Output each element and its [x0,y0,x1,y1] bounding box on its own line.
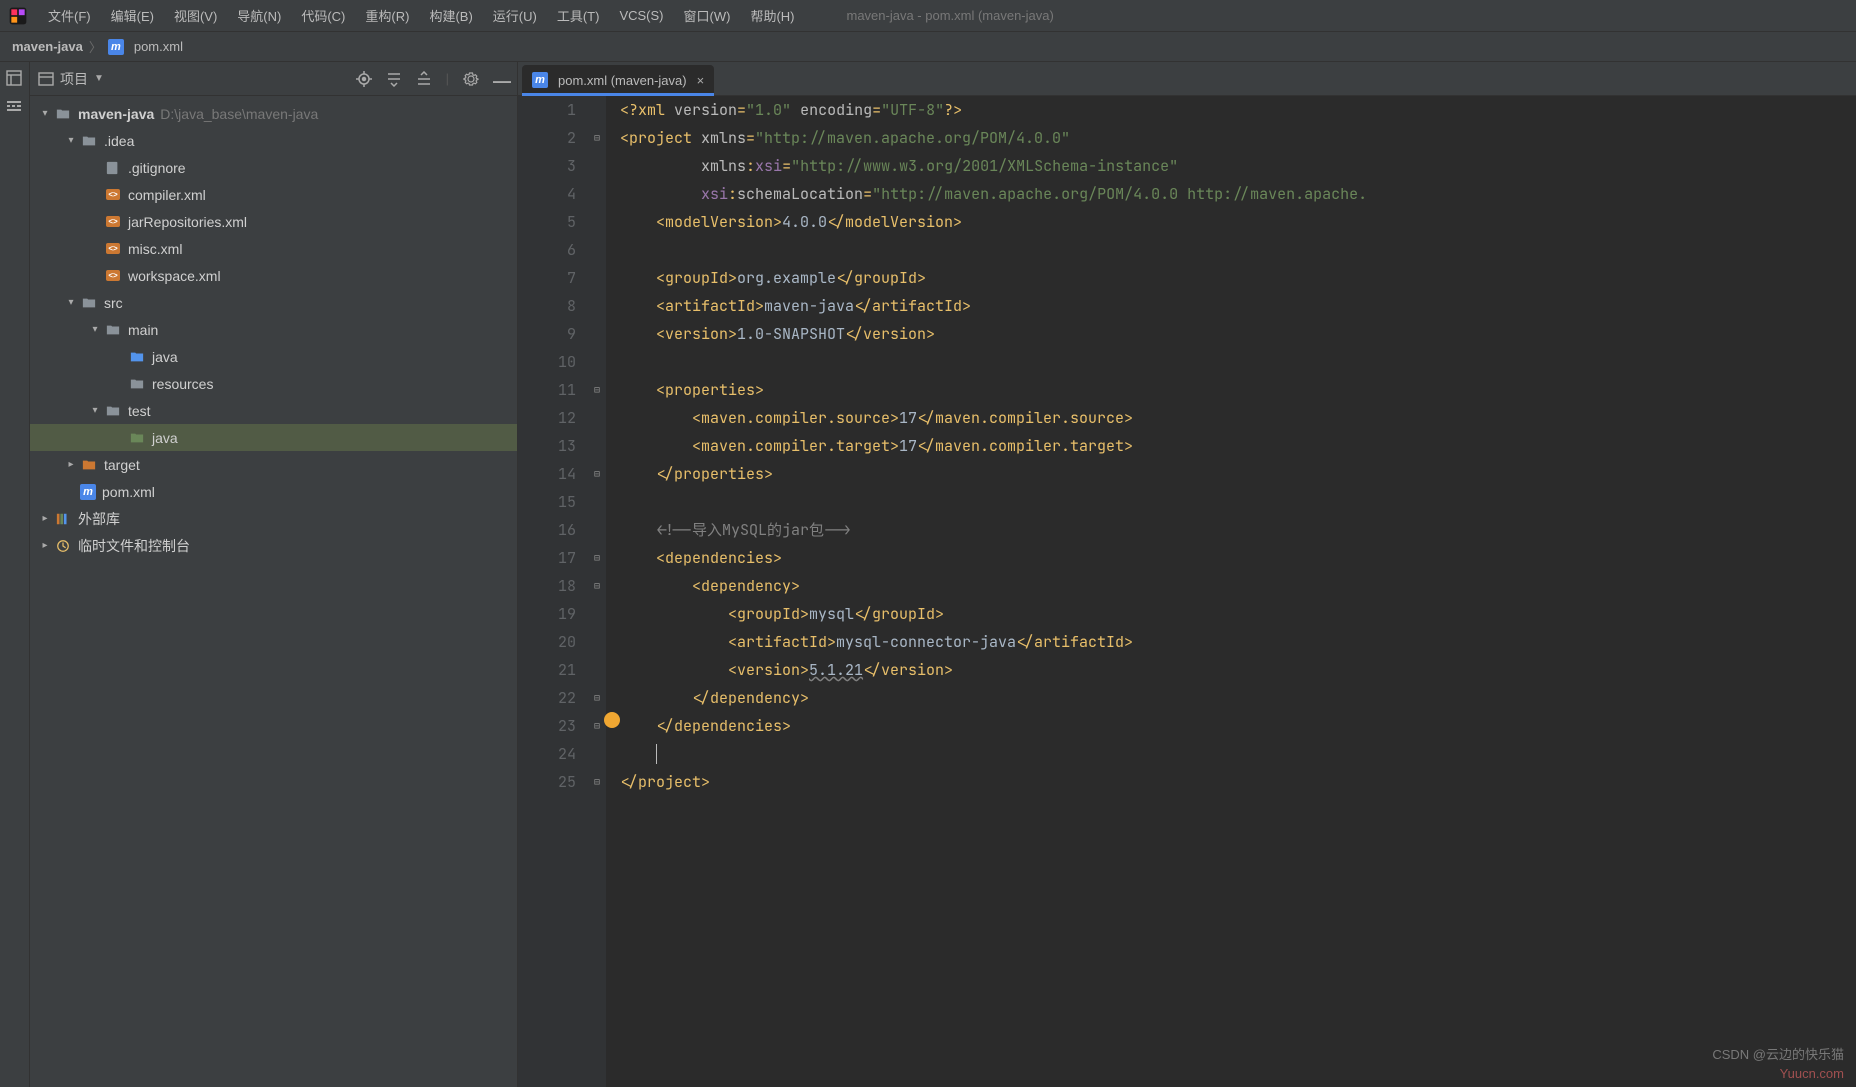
window-title: maven-java - pom.xml (maven-java) [846,8,1053,23]
tree-compiler-xml[interactable]: <> compiler.xml [30,181,517,208]
xml-file-icon: <> [104,187,122,203]
folder-icon [80,133,98,149]
folder-icon [104,403,122,419]
code-editor[interactable]: 1234567891011121314151617181920212223242… [518,96,1856,1087]
breadcrumb-project[interactable]: maven-java [12,39,83,54]
tool-window-stripe [0,62,30,1087]
collapse-all-icon[interactable] [416,71,432,87]
menu-code[interactable]: 代码(C) [293,2,353,29]
menubar: 文件(F) 编辑(E) 视图(V) 导航(N) 代码(C) 重构(R) 构建(B… [0,0,1856,32]
scratch-icon [54,538,72,554]
menu-view[interactable]: 视图(V) [166,2,225,29]
code-content[interactable]: <?xml version="1.0" encoding="UTF-8"?><p… [606,96,1856,1087]
menu-tools[interactable]: 工具(T) [549,2,608,29]
tree-test-java[interactable]: java [30,424,517,451]
library-icon [54,511,72,527]
maven-file-icon: m [532,72,548,88]
xml-file-icon: <> [104,241,122,257]
maven-file-icon: m [108,39,124,55]
project-sidebar: 项目 ▼ | — ▾ maven-java D:\java_base\maven… [30,62,518,1087]
menu-run[interactable]: 运行(U) [485,2,545,29]
menu-edit[interactable]: 编辑(E) [103,2,162,29]
sidebar-header: 项目 ▼ | — [30,62,517,96]
menu-refactor[interactable]: 重构(R) [357,2,417,29]
main-content: 项目 ▼ | — ▾ maven-java D:\java_base\maven… [0,62,1856,1087]
tree-workspace-xml[interactable]: <> workspace.xml [30,262,517,289]
sidebar-title[interactable]: 项目 [60,69,88,89]
menu-help[interactable]: 帮助(H) [742,2,802,29]
maven-file-icon: m [80,484,96,500]
resource-folder-icon [128,376,146,392]
test-folder-icon [128,430,146,446]
breadcrumb-file[interactable]: pom.xml [134,39,183,54]
csdn-watermark: CSDN @云边的快乐猫 [1712,1044,1844,1063]
tree-pom[interactable]: m pom.xml [30,478,517,505]
tree-test[interactable]: ▾ test [30,397,517,424]
gitignore-icon [104,160,122,176]
tree-gitignore[interactable]: .gitignore [30,154,517,181]
tree-target[interactable]: ▸ target [30,451,517,478]
site-watermark: Yuucn.com [1780,1066,1844,1081]
tab-label: pom.xml (maven-java) [558,73,687,88]
menu-build[interactable]: 构建(B) [421,2,480,29]
excluded-folder-icon [80,457,98,473]
locate-icon[interactable] [356,71,372,87]
chevron-right-icon: 〉 [89,37,102,56]
project-tool-icon[interactable] [6,70,24,88]
close-icon[interactable]: × [697,73,705,88]
tree-src[interactable]: ▾ src [30,289,517,316]
tree-main-resources[interactable]: resources [30,370,517,397]
folder-icon [104,322,122,338]
menu-file[interactable]: 文件(F) [40,2,99,29]
project-view-icon[interactable] [38,71,54,87]
tree-main[interactable]: ▾ main [30,316,517,343]
tree-root[interactable]: ▾ maven-java D:\java_base\maven-java [30,100,517,127]
line-number-gutter: 1234567891011121314151617181920212223242… [518,96,588,1087]
tree-main-java[interactable]: java [30,343,517,370]
menu-navigate[interactable]: 导航(N) [229,2,289,29]
expand-all-icon[interactable] [386,71,402,87]
chevron-down-icon[interactable]: ▼ [94,73,104,84]
folder-icon [80,295,98,311]
xml-file-icon: <> [104,214,122,230]
xml-file-icon: <> [104,268,122,284]
tree-jarrepos-xml[interactable]: <> jarRepositories.xml [30,208,517,235]
tree-misc-xml[interactable]: <> misc.xml [30,235,517,262]
module-icon [54,106,72,122]
intention-bulb-icon[interactable] [604,712,620,728]
menu-vcs[interactable]: VCS(S) [611,4,671,27]
hide-icon[interactable]: — [493,71,509,87]
project-tree[interactable]: ▾ maven-java D:\java_base\maven-java ▾ .… [30,96,517,1087]
tree-idea[interactable]: ▾ .idea [30,127,517,154]
breadcrumb: maven-java 〉 m pom.xml [0,32,1856,62]
source-folder-icon [128,349,146,365]
editor-tab-pom[interactable]: m pom.xml (maven-java) × [522,65,714,95]
structure-tool-icon[interactable] [6,98,24,116]
editor-tabs: m pom.xml (maven-java) × [518,62,1856,96]
gear-icon[interactable] [463,71,479,87]
fold-gutter[interactable]: ⊟⊟⊟⊟⊟⊟⊟⊟ [588,96,606,1087]
app-icon [8,6,28,26]
editor-area: m pom.xml (maven-java) × 123456789101112… [518,62,1856,1087]
menu-window[interactable]: 窗口(W) [676,2,739,29]
tree-external-libs[interactable]: ▸ 外部库 [30,505,517,532]
tree-scratches[interactable]: ▸ 临时文件和控制台 [30,532,517,559]
